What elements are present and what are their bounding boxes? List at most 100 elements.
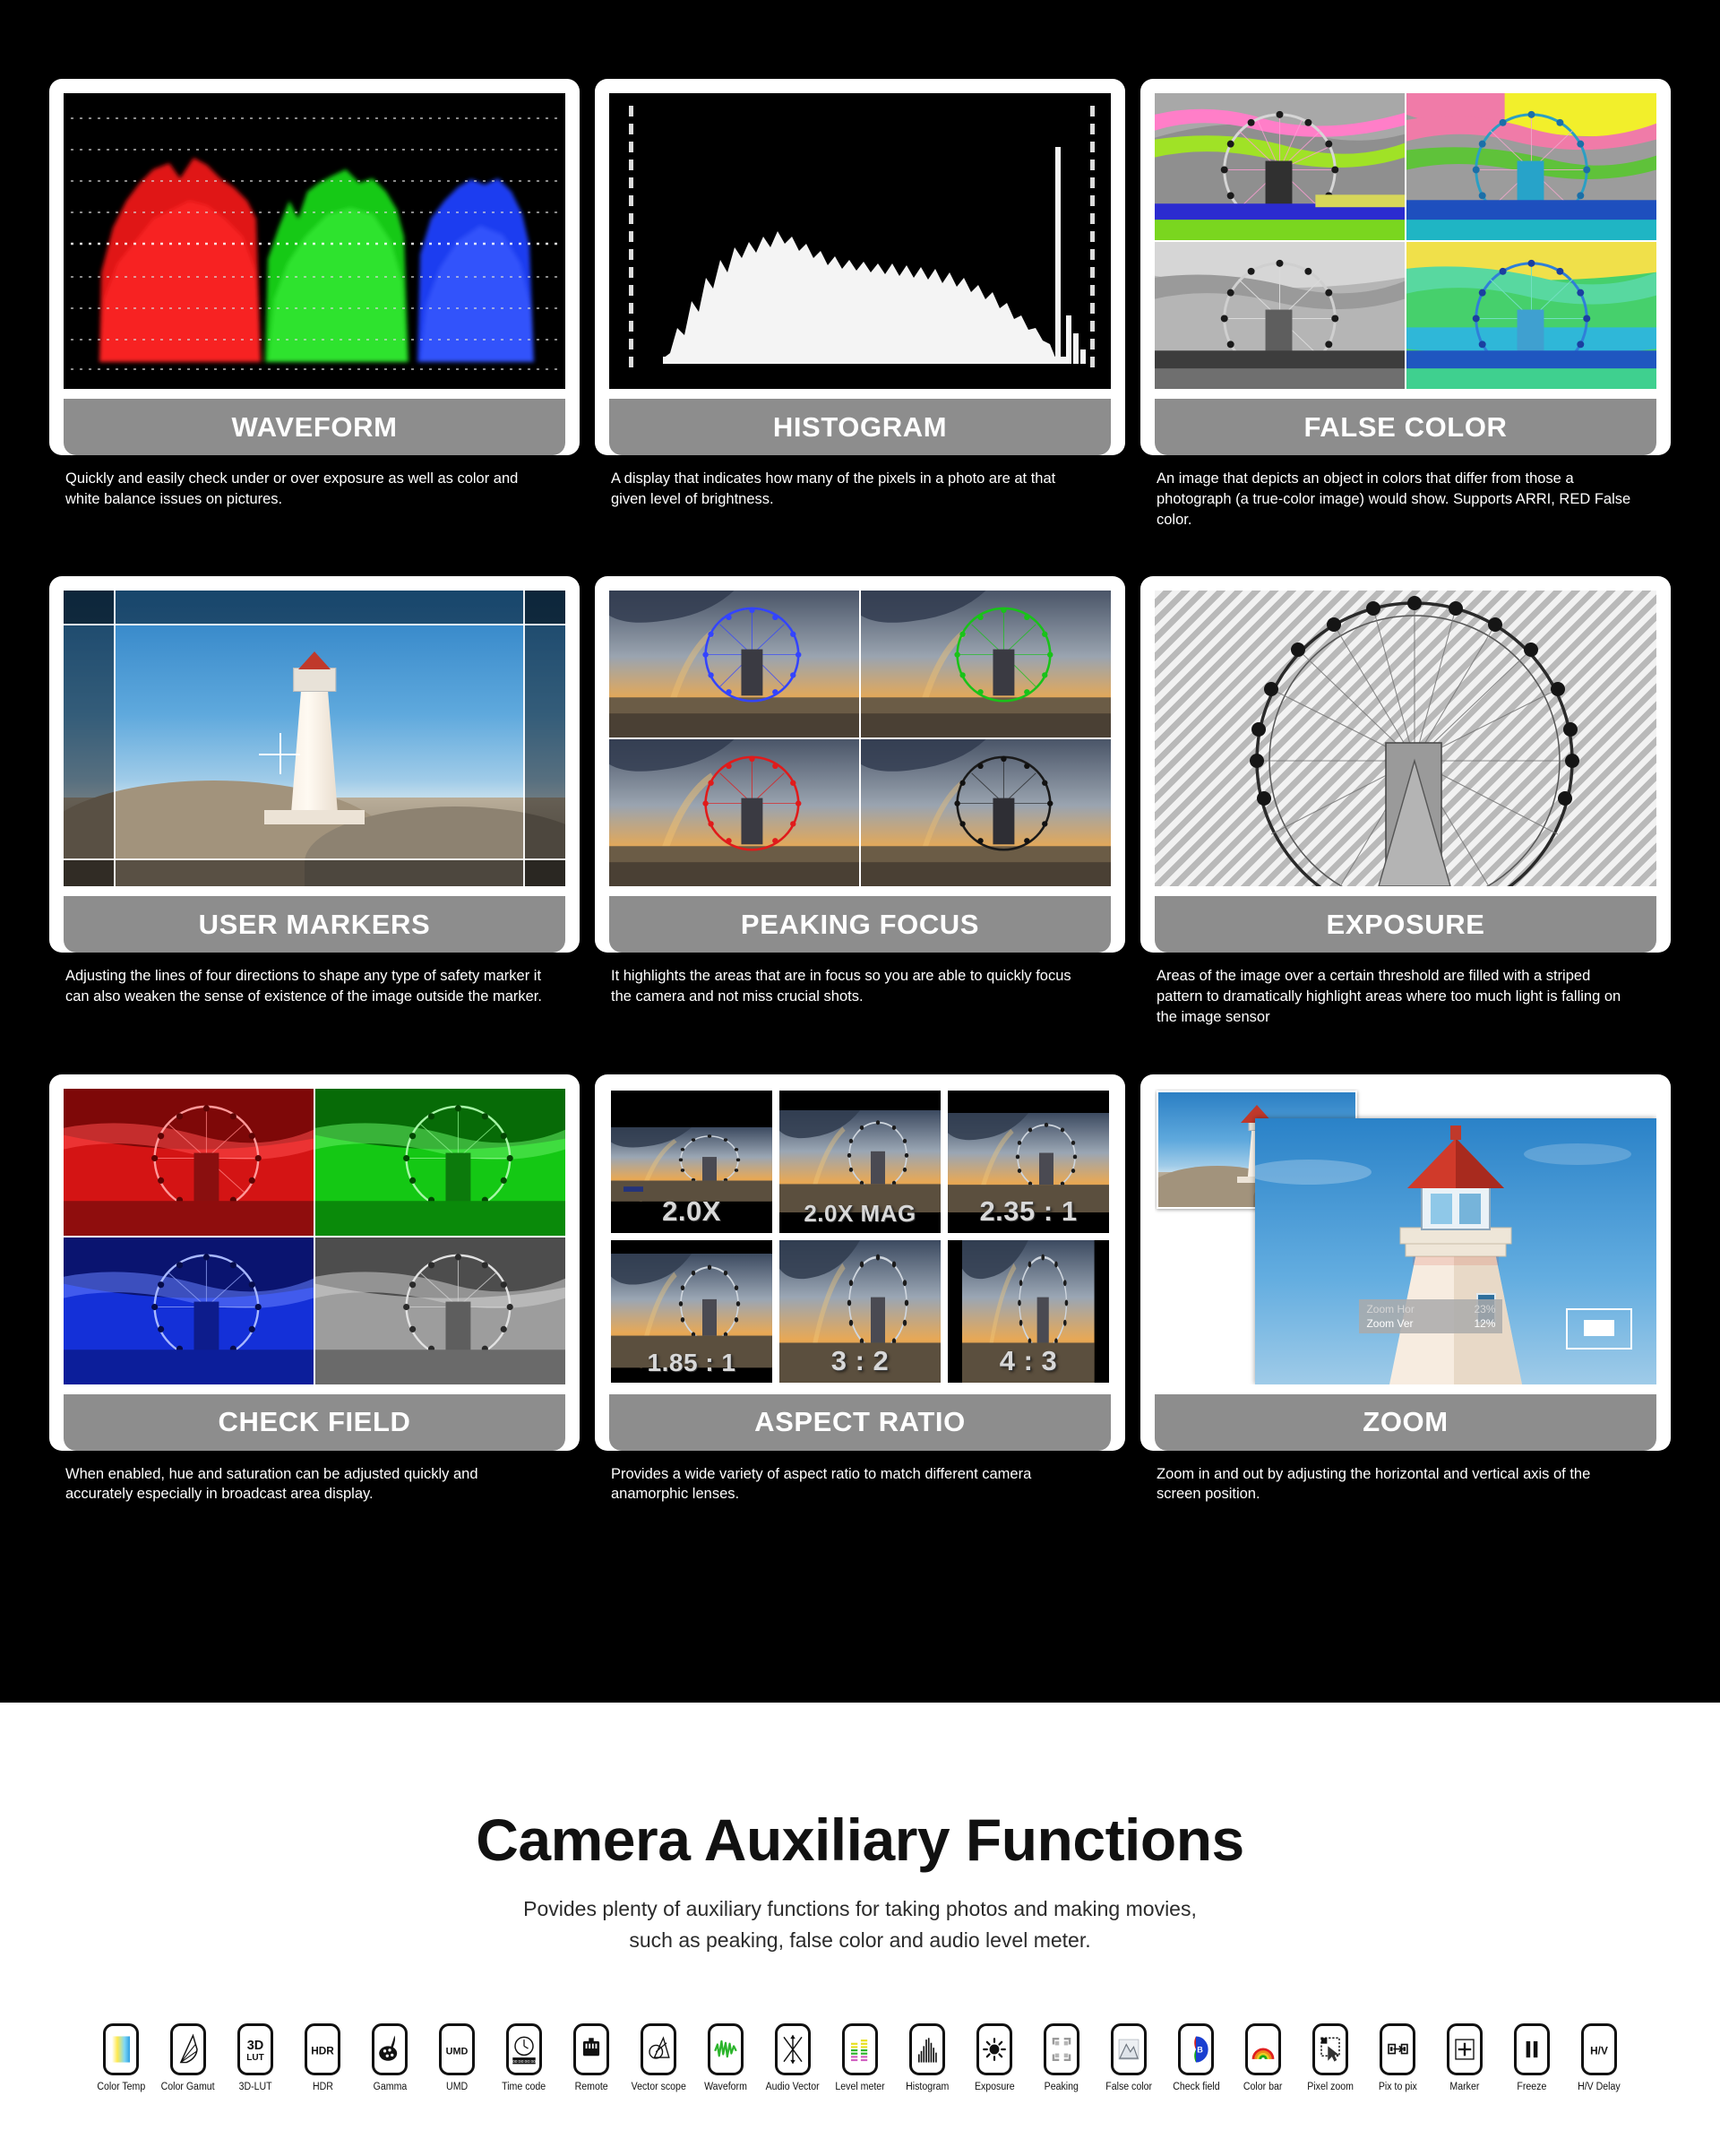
card-desc-exposure: Areas of the image over a certain thresh…: [1157, 968, 1621, 1025]
icon-item-audio-vector[interactable]: Audio Vector: [760, 2023, 827, 2092]
icon-item-color-bar[interactable]: Color bar: [1230, 2023, 1297, 2092]
marker-icon: [1447, 2023, 1483, 2075]
marker-dim-top: [64, 591, 565, 624]
cf-scene-red: [64, 1088, 314, 1236]
aspect-label: 2.35 : 1: [979, 1194, 1078, 1227]
icon-item-h-v-delay[interactable]: H/V H/V Delay: [1566, 2023, 1633, 2092]
card-desc-zoom: Zoom in and out by adjusting the horizon…: [1157, 1465, 1591, 1503]
card-body: CHECK FIELD: [49, 1074, 580, 1451]
vector-scope-icon: [641, 2023, 676, 2075]
card-desc-peaking-focus: It highlights the areas that are in focu…: [611, 968, 1071, 1005]
false-color-preview: [1155, 93, 1656, 389]
aspect-label: 2.0X MAG: [804, 1199, 916, 1227]
aspect-sample-4[interactable]: 1.85 : 1: [611, 1239, 772, 1383]
feature-card-check-field[interactable]: CHECK FIELD When enabled, hue and satura…: [49, 1074, 580, 1505]
icon-label: Color bar: [1243, 2082, 1283, 2092]
icon-item-check-field[interactable]: R G B Check field: [1163, 2023, 1230, 2092]
check-field-quad: [64, 1088, 565, 1384]
peaking-scene-red: [609, 739, 859, 887]
card-desc-false-color: An image that depicts an object in color…: [1157, 470, 1631, 528]
icon-label: Audio Vector: [765, 2082, 821, 2092]
waveform-icon: [708, 2023, 744, 2075]
icon-label: Freeze: [1517, 2082, 1547, 2092]
zoom-region-indicator[interactable]: [1566, 1307, 1633, 1350]
false-color-variant-3: [1155, 242, 1405, 389]
zoom-ver-label: Zoom Ver: [1366, 1316, 1414, 1330]
feature-card-user-markers[interactable]: USER MARKERS Adjusting the lines of four…: [49, 576, 580, 1027]
color-bar-icon: [1245, 2023, 1281, 2075]
marker-dim-left: [64, 591, 114, 887]
icon-label: 3D-LUT: [238, 2082, 272, 2092]
feature-card-waveform[interactable]: WAVEFORM Quickly and easily check under …: [49, 79, 580, 530]
icon-item-exposure[interactable]: Exposure: [961, 2023, 1028, 2092]
gamma-icon: [372, 2023, 408, 2075]
svg-text:LUT: LUT: [246, 2053, 263, 2063]
icon-item-marker[interactable]: Marker: [1432, 2023, 1499, 2092]
icon-label: H/V Delay: [1578, 2082, 1621, 2092]
icon-item-gamma[interactable]: Gamma: [357, 2023, 424, 2092]
card-body: USER MARKERS: [49, 576, 580, 953]
icon-label: Level meter: [835, 2082, 885, 2092]
icon-item-peaking[interactable]: Peaking: [1028, 2023, 1096, 2092]
icon-label: Remote: [574, 2082, 608, 2092]
cf-scene-blue: [64, 1237, 314, 1384]
aspect-sample-3[interactable]: 2.35 : 1: [948, 1090, 1109, 1233]
aspect-label: 3 : 2: [830, 1344, 890, 1376]
aspect-sample-6[interactable]: 4 : 3: [948, 1239, 1109, 1383]
aspect-sample-1[interactable]: 2.0X: [611, 1090, 772, 1233]
icon-item-color-temp[interactable]: Color Temp: [88, 2023, 155, 2092]
icon-item-level-meter[interactable]: Level meter: [827, 2023, 894, 2092]
icon-label: Check field: [1172, 2082, 1220, 2092]
icon-item-color-gamut[interactable]: Color Gamut: [155, 2023, 222, 2092]
icon-item-vector-scope[interactable]: Vector scope: [625, 2023, 692, 2092]
icon-item-remote[interactable]: Remote: [558, 2023, 625, 2092]
marker-dim-right: [525, 591, 565, 887]
icon-item-false-color[interactable]: False color: [1096, 2023, 1163, 2092]
peaking-variant-black: [861, 739, 1111, 887]
feature-card-histogram[interactable]: HISTOGRAM A display that indicates how m…: [595, 79, 1125, 530]
aspect-sample-5[interactable]: 3 : 2: [779, 1239, 941, 1383]
marker-line-top[interactable]: [64, 623, 565, 625]
level-meter-icon: [842, 2023, 878, 2075]
feature-card-exposure[interactable]: EXPOSURE Areas of the image over a certa…: [1140, 576, 1671, 1027]
icon-item-pixel-zoom[interactable]: Pixel zoom: [1297, 2023, 1364, 2092]
feature-icon-strip: Color Temp Color Gamut 3D LUT 3D-LUT HDR HDR Ga…: [0, 2023, 1720, 2092]
aspect-sample-2[interactable]: 2.0X MAG: [779, 1090, 941, 1233]
zoom-ver-value: 12%: [1474, 1316, 1496, 1330]
card-title-peaking-focus: PEAKING FOCUS: [609, 896, 1111, 953]
icon-item-pix-to-pix[interactable]: Pix to pix: [1364, 2023, 1432, 2092]
marker-dim-bottom: [64, 859, 565, 887]
peaking-preview: [609, 591, 1111, 887]
icon-item-hdr[interactable]: HDR HDR: [289, 2023, 357, 2092]
feature-card-peaking-focus[interactable]: PEAKING FOCUS It highlights the areas th…: [595, 576, 1125, 1027]
icon-item-time-code[interactable]: 00:00:00:00 Time code: [491, 2023, 558, 2092]
marker-line-right[interactable]: [523, 591, 526, 887]
feature-card-false-color[interactable]: FALSE COLOR An image that depicts an obj…: [1140, 79, 1671, 530]
svg-text:00:00:00:00: 00:00:00:00: [512, 2059, 536, 2065]
aspect-label: 1.85 : 1: [647, 1348, 736, 1376]
peaking-quad: [609, 591, 1111, 887]
lighthouse-lantern: [293, 668, 336, 692]
icon-item-histogram[interactable]: Histogram: [894, 2023, 961, 2092]
icon-item-umd[interactable]: UMD UMD: [424, 2023, 491, 2092]
icon-item-3d-lut[interactable]: 3D LUT 3D-LUT: [222, 2023, 289, 2092]
false-color-variant-1: [1155, 93, 1405, 240]
marker-line-bottom[interactable]: [64, 858, 565, 860]
icon-item-waveform[interactable]: Waveform: [692, 2023, 760, 2092]
feature-card-zoom[interactable]: Zoom Hor 23% Zoom Ver 12% ZOOM Zoom in a…: [1140, 1074, 1671, 1505]
waveform-scope: [64, 93, 565, 389]
aspect-ratio-preview: 2.0X 2.0X MAG 2.35: 1 1.85: 1 3: 2 4 …: [609, 1088, 1111, 1384]
zoom-magnified-view[interactable]: Zoom Hor 23% Zoom Ver 12%: [1255, 1117, 1656, 1384]
umd-icon: UMD: [439, 2023, 475, 2075]
fc-scene-2: [1406, 93, 1656, 240]
card-title-waveform: WAVEFORM: [64, 399, 565, 455]
icon-item-freeze[interactable]: Freeze: [1499, 2023, 1566, 2092]
feature-card-aspect-ratio[interactable]: 2.0X 2.0X MAG 2.35: 1 1.85: 1 3: 2 4 …: [595, 1074, 1125, 1505]
time-code-icon: 00:00:00:00: [506, 2023, 542, 2075]
fc-scene-1: [1155, 93, 1405, 240]
peaking-icon: [1044, 2023, 1079, 2075]
icon-label: Pixel zoom: [1307, 2082, 1354, 2092]
icon-label: Waveform: [704, 2082, 747, 2092]
card-body: Zoom Hor 23% Zoom Ver 12% ZOOM: [1140, 1074, 1671, 1451]
marker-line-left[interactable]: [114, 591, 116, 887]
